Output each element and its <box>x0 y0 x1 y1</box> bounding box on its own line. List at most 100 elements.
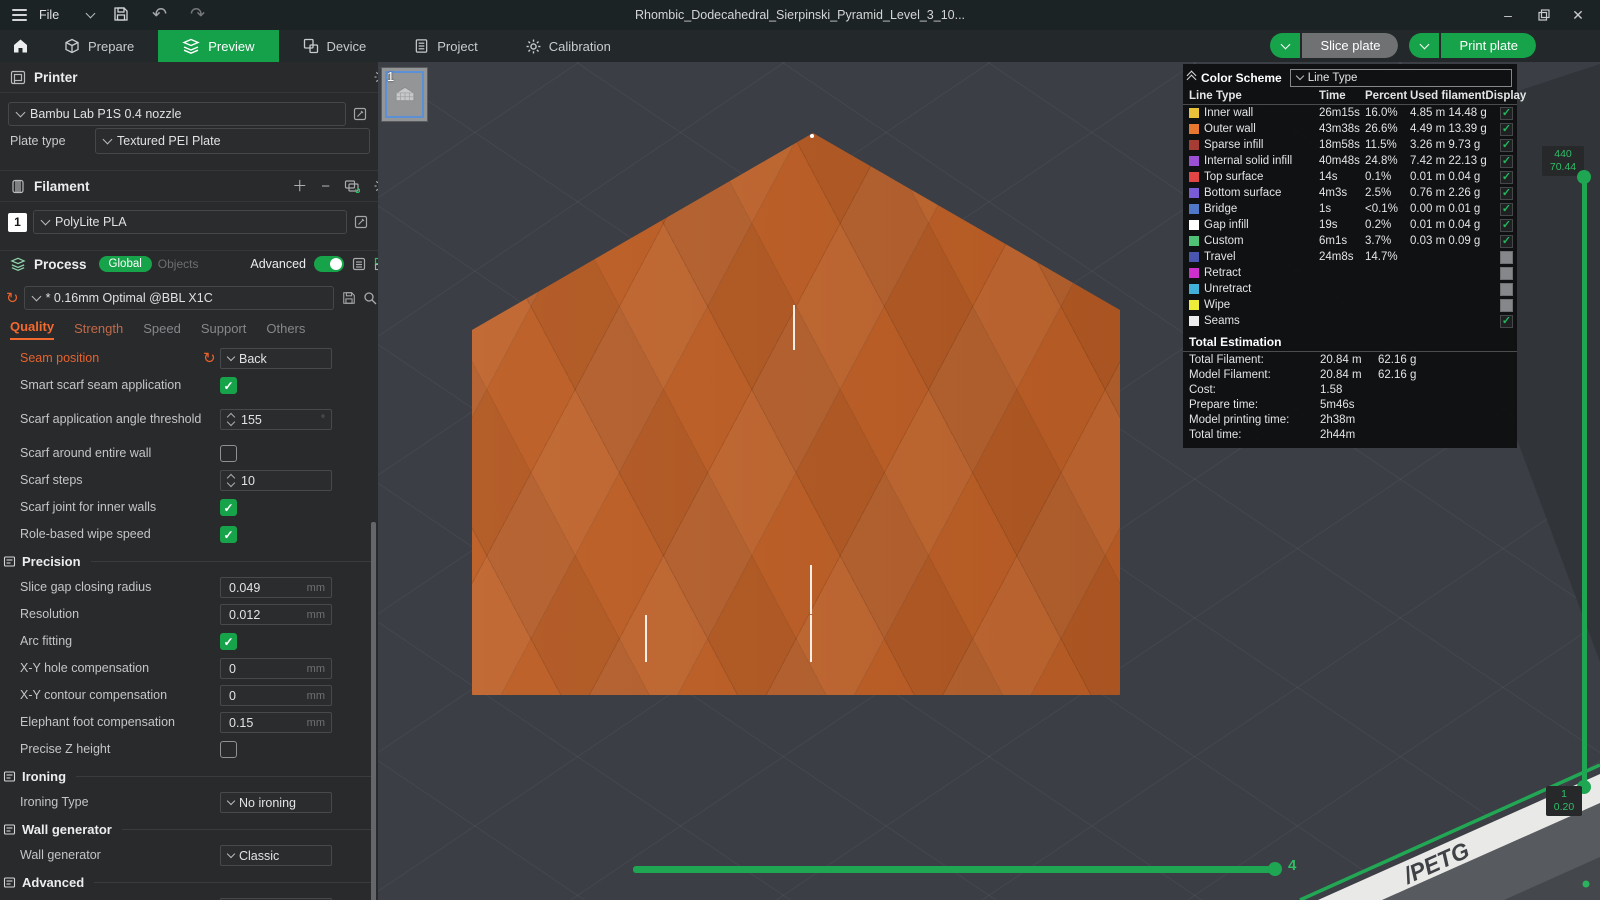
scope-global-pill[interactable]: Global <box>98 256 152 272</box>
display-checkbox[interactable]: ✓ <box>1500 218 1513 232</box>
dropdown[interactable]: Back <box>220 348 332 369</box>
restore-button[interactable] <box>1528 0 1560 30</box>
dropdown[interactable]: Classic <box>220 845 332 866</box>
param-label: Scarf around entire wall <box>20 446 152 460</box>
save-preset-icon[interactable] <box>342 291 356 305</box>
advanced-toggle[interactable] <box>314 256 344 272</box>
plate-type-dropdown[interactable]: Textured PEI Plate <box>95 128 370 154</box>
filament-preset-dropdown[interactable]: PolyLite PLA <box>33 210 347 234</box>
layer-slider-track[interactable] <box>1582 177 1587 787</box>
display-checkbox[interactable]: ✓ <box>1500 122 1513 136</box>
display-checkbox[interactable]: ✓ <box>1500 170 1513 184</box>
unit-label: mm <box>306 689 325 702</box>
display-checkbox[interactable] <box>1500 266 1513 280</box>
chevron-down-icon <box>1295 71 1304 80</box>
spinner-input[interactable]: 10 <box>220 470 332 491</box>
checkbox[interactable] <box>220 445 237 462</box>
display-checkbox[interactable]: ✓ <box>1500 234 1513 248</box>
home-button[interactable] <box>0 30 40 62</box>
param-row-scarf-application-angle-threshold: Scarf application angle threshold 155 ° <box>0 399 378 440</box>
tab-device[interactable]: Device <box>279 30 391 62</box>
text-input[interactable]: 0.012 mm <box>220 604 332 625</box>
plate-green-dot <box>1582 880 1590 888</box>
tab-support[interactable]: Support <box>201 321 247 340</box>
display-checkbox[interactable]: ✓ <box>1500 154 1513 168</box>
tab-prepare[interactable]: Prepare <box>40 30 158 62</box>
checkbox[interactable]: ✓ <box>220 499 237 516</box>
line-type-name: Gap infill <box>1189 219 1319 231</box>
collapse-panel-icon[interactable] <box>1186 70 1197 85</box>
checkbox[interactable]: ✓ <box>220 633 237 650</box>
color-swatch <box>1189 188 1199 198</box>
tab-others[interactable]: Others <box>266 321 305 340</box>
layer-slider-top-handle[interactable] <box>1577 170 1591 184</box>
slice-plate-button[interactable]: Slice plate <box>1270 33 1399 58</box>
param-row-seam-position: Seam position ↻ Back <box>0 345 378 372</box>
line-type-label: Bottom surface <box>1204 187 1282 199</box>
display-checkbox[interactable]: ✓ <box>1500 138 1513 152</box>
scheme-dropdown[interactable]: Line Type <box>1289 68 1512 87</box>
spinner-input[interactable]: 155 ° <box>220 409 332 430</box>
checkbox[interactable]: ✓ <box>220 526 237 543</box>
display-checkbox[interactable] <box>1500 298 1513 312</box>
step-slider-value: 4 <box>1288 857 1297 874</box>
filament-sync-icon[interactable] <box>344 179 360 193</box>
close-button[interactable]: ✕ <box>1562 0 1594 30</box>
slice-dropdown-button[interactable] <box>1270 33 1301 58</box>
text-input[interactable]: 0.15 mm <box>220 712 332 733</box>
preview-viewport[interactable]: /PETG 1 440 70.44 1 0.20 4 Color Scheme … <box>378 62 1600 900</box>
checkbox[interactable]: ✓ <box>220 377 237 394</box>
print-plate-button[interactable]: Print plate <box>1409 33 1536 58</box>
dropdown[interactable]: No ironing <box>220 792 332 813</box>
objects-list-icon[interactable] <box>352 257 366 271</box>
display-checkbox[interactable] <box>1500 282 1513 296</box>
scope-objects-label[interactable]: Objects <box>158 257 199 271</box>
remove-filament-button[interactable]: − <box>321 179 330 194</box>
display-checkbox[interactable]: ✓ <box>1500 186 1513 200</box>
text-input[interactable]: 0 mm <box>220 658 332 679</box>
used-filament-value: 4.85 m 14.48 g <box>1410 107 1487 119</box>
tab-preview[interactable]: Preview <box>158 30 279 62</box>
text-input[interactable]: 0.049 mm <box>220 577 332 598</box>
tab-calibration[interactable]: Calibration <box>502 30 635 62</box>
sidebar-scrollbar[interactable] <box>371 522 376 900</box>
display-checkbox[interactable]: ✓ <box>1500 314 1513 328</box>
preview-layers-icon <box>182 38 201 54</box>
checkbox[interactable] <box>220 741 237 758</box>
used-filament-value: 0.76 m 2.26 g <box>1410 187 1481 199</box>
used-filament-value: 0.01 m 0.04 g <box>1410 171 1481 183</box>
color-swatch <box>1189 268 1199 278</box>
display-checkbox[interactable]: ✓ <box>1500 106 1513 120</box>
print-dropdown-button[interactable] <box>1409 33 1440 58</box>
minimize-button[interactable]: – <box>1492 0 1524 30</box>
process-preset-dropdown[interactable]: * 0.16mm Optimal @BBL X1C <box>23 286 334 310</box>
total-label: Total time: <box>1189 428 1242 441</box>
edit-printer-icon[interactable] <box>353 107 367 121</box>
plate-thumbnail[interactable]: 1 <box>381 67 428 122</box>
time-value: 26m15s <box>1319 107 1360 119</box>
tab-speed[interactable]: Speed <box>143 321 181 340</box>
filament-slot-chip[interactable]: 1 <box>8 212 27 232</box>
line-type-label: Retract <box>1204 267 1242 279</box>
tab-quality[interactable]: Quality <box>10 319 55 340</box>
tab-prepare-label: Prepare <box>88 38 135 54</box>
edit-filament-icon[interactable] <box>354 215 368 229</box>
display-checkbox[interactable]: ✓ <box>1500 202 1513 216</box>
line-type-label: Custom <box>1204 235 1244 247</box>
param-label: Elephant foot compensation <box>20 715 175 729</box>
text-input[interactable]: 0 mm <box>220 685 332 706</box>
tab-device-label: Device <box>326 38 367 54</box>
line-type-label: Seams <box>1204 315 1240 327</box>
search-icon[interactable] <box>363 291 377 305</box>
reset-icon[interactable]: ↻ <box>203 351 216 366</box>
display-checkbox[interactable] <box>1500 250 1513 264</box>
reset-preset-icon[interactable]: ↻ <box>6 291 19 306</box>
section-title: Wall generator <box>22 821 112 837</box>
printer-preset-dropdown[interactable]: Bambu Lab P1S 0.4 nozzle <box>8 102 346 126</box>
tab-project[interactable]: Project <box>390 30 501 62</box>
step-slider-handle[interactable] <box>1268 862 1282 876</box>
param-row-ironing-type: Ironing Type No ironing <box>0 789 378 816</box>
step-slider-track[interactable] <box>633 866 1272 873</box>
add-filament-button[interactable]: ＋ <box>292 179 307 194</box>
tab-strength[interactable]: Strength <box>74 321 123 340</box>
